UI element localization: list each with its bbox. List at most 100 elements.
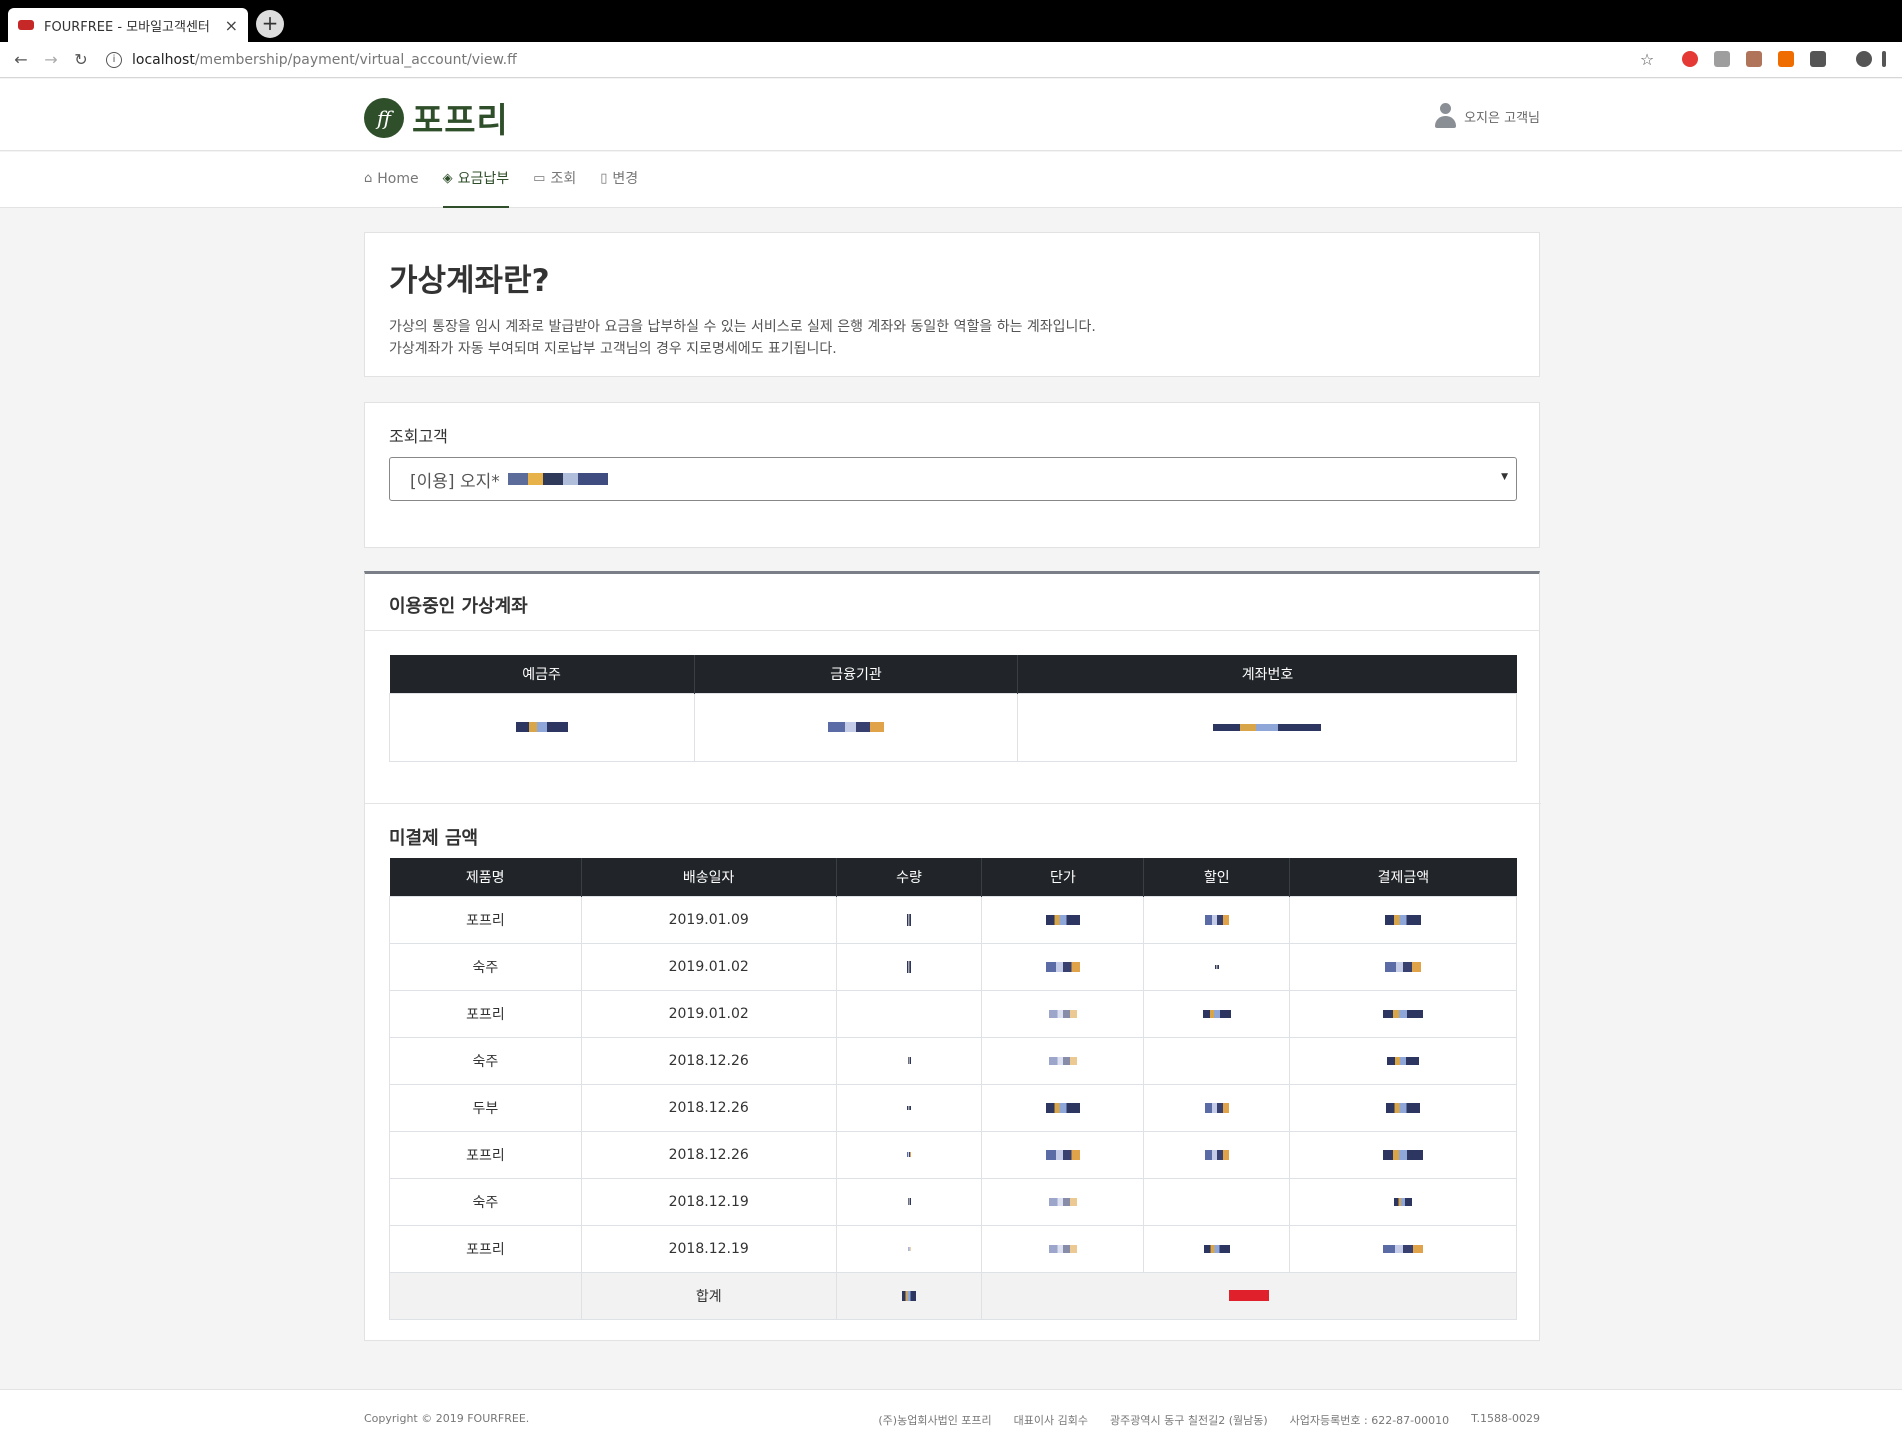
product-name: 숙주 [389, 942, 582, 991]
unpaid-title: 미결제 금액 [389, 828, 479, 849]
payment-amount [1289, 1224, 1517, 1273]
unit-price [981, 895, 1145, 944]
forward-icon[interactable]: → [36, 50, 66, 69]
calendar-icon: ▭ [533, 171, 546, 186]
masked-text [1045, 914, 1080, 925]
table-row: 포프리 2019.01.09 [389, 895, 1517, 944]
browser-tab[interactable]: FOURFREE - 모바일고객센터 × [8, 8, 248, 42]
quantity [835, 895, 983, 944]
quantity [835, 1036, 983, 1085]
new-tab-button[interactable]: + [256, 10, 284, 38]
logo-text: 포프리 [412, 101, 509, 141]
col-header: 결제금액 [1289, 858, 1517, 896]
quantity [835, 942, 983, 991]
masked-text [1229, 1290, 1270, 1301]
unit-price [981, 1036, 1145, 1085]
url-field[interactable]: i localhost/membership/payment/virtual_a… [106, 51, 517, 68]
masked-text [907, 960, 912, 973]
masked-text [828, 722, 885, 732]
file-icon: ▯ [600, 171, 608, 186]
masked-text [907, 1198, 911, 1205]
tab-close-icon[interactable]: × [225, 16, 238, 35]
unit-price [981, 1177, 1145, 1226]
pdf-extension-icon[interactable] [1746, 51, 1762, 67]
unit-price [981, 989, 1145, 1038]
nav-inquiry[interactable]: ▭ 조회 [533, 152, 576, 208]
tab-title: FOURFREE - 모바일고객센터 [44, 19, 210, 35]
masked-text [1204, 914, 1229, 925]
opera-extension-icon[interactable] [1682, 51, 1698, 67]
intro-line-1: 가상의 통장을 임시 계좌로 발급받아 요금을 납부하실 수 있는 서비스로 실… [389, 319, 1096, 335]
masked-text [907, 1057, 911, 1064]
nav-label: Home [377, 171, 419, 187]
company-name: (주)농업회사법인 포프리 [878, 1414, 992, 1427]
bank-name [693, 692, 1019, 762]
table-row: 두부 2018.12.26 [389, 1083, 1517, 1132]
col-header: 예금주 [389, 655, 695, 693]
unpaid-table: 제품명 배송일자 수량 단가 할인 결제금액 포프리 2019.01.09 숙주… [389, 858, 1517, 1320]
main-nav: ⌂ Home ◈ 요금납부 ▭ 조회 ▯ 변경 [0, 152, 1902, 208]
quantity [835, 1130, 983, 1179]
site-footer: Copyright © 2019 FOURFREE. (주)농업회사법인 포프리… [0, 1389, 1902, 1430]
nav-home[interactable]: ⌂ Home [364, 152, 419, 208]
product-name: 숙주 [389, 1036, 582, 1085]
masked-text [1204, 1102, 1229, 1113]
masked-text [1045, 961, 1080, 972]
masked-text [1048, 1009, 1077, 1018]
page-title: 가상계좌란? [389, 263, 550, 299]
payment-amount [1289, 1083, 1517, 1132]
delivery-date: 2019.01.02 [580, 942, 837, 991]
unit-price [981, 1083, 1145, 1132]
masked-text [907, 1105, 912, 1110]
bookmark-star-icon[interactable]: ☆ [1632, 50, 1662, 69]
customer-select[interactable]: [이용] 오지* ▼ [389, 457, 1517, 501]
table-row: 숙주 2019.01.02 [389, 942, 1517, 991]
nav-change[interactable]: ▯ 변경 [600, 152, 638, 208]
nav-label: 변경 [612, 171, 639, 187]
discount [1143, 1083, 1291, 1132]
customer-select-card: 조회고객 [이용] 오지* ▼ [364, 402, 1540, 548]
masked-text [1213, 723, 1322, 731]
company-info: (주)농업회사법인 포프리 대표이사 김회수 광주광역시 동구 칠전길2 (월남… [856, 1412, 1540, 1428]
user-icon [1434, 103, 1457, 129]
discount [1143, 1130, 1291, 1179]
delivery-date: 2019.01.02 [580, 989, 837, 1038]
user-menu[interactable]: 오지은 고객님 [1434, 103, 1540, 129]
discount [1143, 1224, 1291, 1273]
table-row: 포프리 2018.12.19 [389, 1224, 1517, 1273]
unit-price [981, 942, 1145, 991]
payment-amount [1289, 895, 1517, 944]
table-row: 포프리 2018.12.26 [389, 1130, 1517, 1179]
site-logo[interactable]: ff 포프리 [364, 93, 509, 142]
product-name: 두부 [389, 1083, 582, 1132]
unit-price [981, 1224, 1145, 1273]
product-name: 숙주 [389, 1177, 582, 1226]
rss-extension-icon[interactable] [1778, 51, 1794, 67]
site-header: ff 포프리 오지은 고객님 [0, 79, 1902, 151]
back-icon[interactable]: ← [6, 50, 36, 69]
chevron-down-icon: ▼ [1501, 472, 1508, 482]
masked-text [1204, 1149, 1229, 1160]
copyright: Copyright © 2019 FOURFREE. [364, 1412, 530, 1425]
nav-payment[interactable]: ◈ 요금납부 [442, 152, 510, 208]
masked-text [907, 913, 912, 926]
delivery-date: 2018.12.26 [580, 1036, 837, 1085]
reload-icon[interactable]: ↻ [66, 50, 96, 69]
masked-text [1394, 1197, 1413, 1206]
total-label: 합계 [580, 1271, 837, 1320]
masked-text [1385, 961, 1422, 972]
payment-amount [1289, 942, 1517, 991]
masked-text [1045, 1102, 1080, 1113]
site-info-icon[interactable]: i [106, 51, 122, 68]
masked-text [1386, 1102, 1421, 1113]
info-extension-icon[interactable] [1810, 51, 1826, 67]
company-address: 광주광역시 동구 칠전길2 (월남동) [1110, 1414, 1268, 1427]
virtual-account-title: 이용중인 가상계좌 [365, 574, 1539, 631]
col-header: 할인 [1143, 858, 1291, 896]
masked-text [907, 1246, 911, 1251]
profile-icon[interactable] [1856, 51, 1872, 67]
discount [1143, 942, 1291, 991]
vivaldi-extension-icon[interactable] [1714, 51, 1730, 67]
menu-icon[interactable] [1882, 51, 1886, 67]
delivery-date: 2018.12.19 [580, 1177, 837, 1226]
